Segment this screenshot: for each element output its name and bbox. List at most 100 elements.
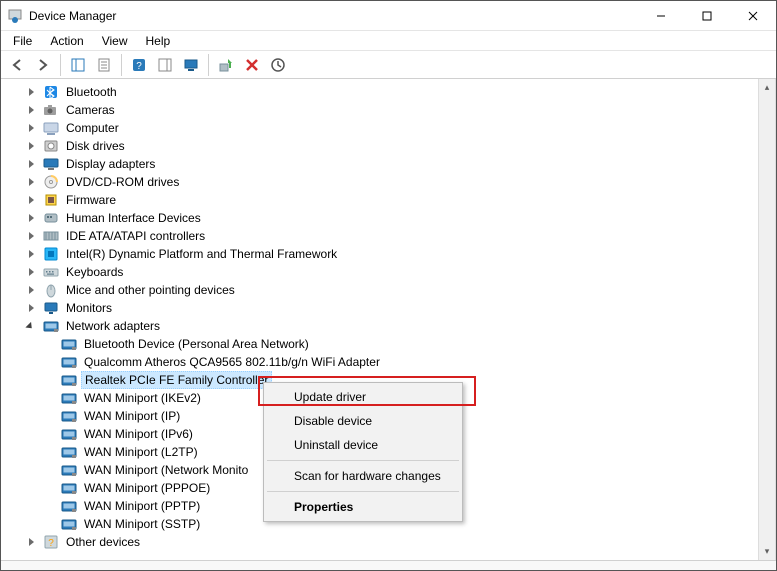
scroll-down-button[interactable]: ▾ <box>759 543 776 560</box>
tree-item-label: Mice and other pointing devices <box>63 281 238 299</box>
tree-item[interactable]: Intel(R) Dynamic Platform and Thermal Fr… <box>5 245 775 263</box>
minimize-button[interactable] <box>638 1 684 31</box>
tree-item-label: Display adapters <box>63 155 158 173</box>
expander-spacer <box>41 516 57 532</box>
keyboard-icon <box>43 264 59 280</box>
expander-icon[interactable] <box>23 300 39 316</box>
bluetooth-icon <box>43 84 59 100</box>
tree-item[interactable]: DVD/CD-ROM drives <box>5 173 775 191</box>
expander-icon[interactable] <box>23 192 39 208</box>
action-pane-button[interactable] <box>153 53 177 77</box>
network-icon <box>43 318 59 334</box>
tree-item[interactable]: IDE ATA/ATAPI controllers <box>5 227 775 245</box>
context-menu-item[interactable]: Disable device <box>266 409 460 433</box>
expander-spacer <box>41 498 57 514</box>
tree-item-label: Bluetooth Device (Personal Area Network) <box>81 335 312 353</box>
maximize-button[interactable] <box>684 1 730 31</box>
expander-icon[interactable] <box>23 534 39 550</box>
expander-icon[interactable] <box>23 156 39 172</box>
svg-text:?: ? <box>136 61 142 72</box>
scroll-up-button[interactable]: ▴ <box>759 79 776 96</box>
statusbar <box>1 560 776 570</box>
show-hide-console-tree-button[interactable] <box>66 53 90 77</box>
context-menu-item[interactable]: Properties <box>266 495 460 519</box>
tree-item-label: Qualcomm Atheros QCA9565 802.11b/g/n WiF… <box>81 353 383 371</box>
network-icon <box>61 336 77 352</box>
toolbar: ? <box>1 51 776 79</box>
expander-icon[interactable] <box>23 120 39 136</box>
menu-help[interactable]: Help <box>138 32 179 50</box>
network-icon <box>61 372 77 388</box>
context-menu-item[interactable]: Update driver <box>266 385 460 409</box>
hid-icon <box>43 210 59 226</box>
expander-spacer <box>41 354 57 370</box>
expander-icon[interactable] <box>23 210 39 226</box>
tree-item[interactable]: Network adapters <box>5 317 775 335</box>
tree-item-label: WAN Miniport (PPTP) <box>81 497 203 515</box>
tree-item-label: WAN Miniport (Network Monito <box>81 461 251 479</box>
tree-item[interactable]: Firmware <box>5 191 775 209</box>
tree-item-label: WAN Miniport (PPPOE) <box>81 479 213 497</box>
tree-item-label: WAN Miniport (L2TP) <box>81 443 201 461</box>
back-button[interactable] <box>5 53 29 77</box>
tree-item[interactable]: Qualcomm Atheros QCA9565 802.11b/g/n WiF… <box>5 353 775 371</box>
update-driver-tool-button[interactable] <box>214 53 238 77</box>
tree-item-label: Keyboards <box>63 263 126 281</box>
tree-item[interactable]: Computer <box>5 119 775 137</box>
properties-button[interactable] <box>92 53 116 77</box>
tree-item-label: Computer <box>63 119 122 137</box>
network-icon <box>61 480 77 496</box>
network-icon <box>61 354 77 370</box>
help-button[interactable]: ? <box>127 53 151 77</box>
expander-icon[interactable] <box>23 282 39 298</box>
tree-item[interactable]: Keyboards <box>5 263 775 281</box>
uninstall-tool-button[interactable] <box>240 53 264 77</box>
expander-spacer <box>41 426 57 442</box>
tree-item[interactable]: Bluetooth <box>5 83 775 101</box>
camera-icon <box>43 102 59 118</box>
vertical-scrollbar[interactable]: ▴ ▾ <box>758 79 775 560</box>
window-title: Device Manager <box>29 9 116 23</box>
expander-spacer <box>41 390 57 406</box>
network-icon <box>61 462 77 478</box>
expander-icon[interactable] <box>23 246 39 262</box>
tree-item-label: Realtek PCIe FE Family Controller <box>81 371 272 389</box>
scan-hardware-button[interactable] <box>179 53 203 77</box>
expander-icon[interactable] <box>23 138 39 154</box>
expander-icon[interactable] <box>23 228 39 244</box>
tree-item[interactable]: Mice and other pointing devices <box>5 281 775 299</box>
tree-item[interactable]: Monitors <box>5 299 775 317</box>
tree-item[interactable]: Cameras <box>5 101 775 119</box>
menu-view[interactable]: View <box>94 32 136 50</box>
tree-item-label: Cameras <box>63 101 118 119</box>
tree-item-label: Disk drives <box>63 137 128 155</box>
context-menu-separator <box>267 460 459 461</box>
tree-item[interactable]: Disk drives <box>5 137 775 155</box>
expander-spacer <box>41 408 57 424</box>
tree-item-label: WAN Miniport (IPv6) <box>81 425 196 443</box>
menu-action[interactable]: Action <box>42 32 91 50</box>
tree-item[interactable]: Other devices <box>5 533 775 551</box>
tree-item[interactable]: Bluetooth Device (Personal Area Network) <box>5 335 775 353</box>
tree-item-label: DVD/CD-ROM drives <box>63 173 182 191</box>
forward-button[interactable] <box>31 53 55 77</box>
scroll-track[interactable] <box>759 96 776 543</box>
tree-item-label: WAN Miniport (IP) <box>81 407 183 425</box>
close-button[interactable] <box>730 1 776 31</box>
expander-icon[interactable] <box>23 84 39 100</box>
expander-icon[interactable] <box>23 318 39 334</box>
tree-item-label: IDE ATA/ATAPI controllers <box>63 227 208 245</box>
tree-item[interactable]: Display adapters <box>5 155 775 173</box>
tree-item-label: Intel(R) Dynamic Platform and Thermal Fr… <box>63 245 340 263</box>
network-icon <box>61 516 77 532</box>
context-menu-item[interactable]: Uninstall device <box>266 433 460 457</box>
mouse-icon <box>43 282 59 298</box>
display-icon <box>43 156 59 172</box>
expander-icon[interactable] <box>23 102 39 118</box>
tree-item[interactable]: Human Interface Devices <box>5 209 775 227</box>
expander-icon[interactable] <box>23 264 39 280</box>
menu-file[interactable]: File <box>5 32 40 50</box>
context-menu-item[interactable]: Scan for hardware changes <box>266 464 460 488</box>
expander-icon[interactable] <box>23 174 39 190</box>
disable-tool-button[interactable] <box>266 53 290 77</box>
